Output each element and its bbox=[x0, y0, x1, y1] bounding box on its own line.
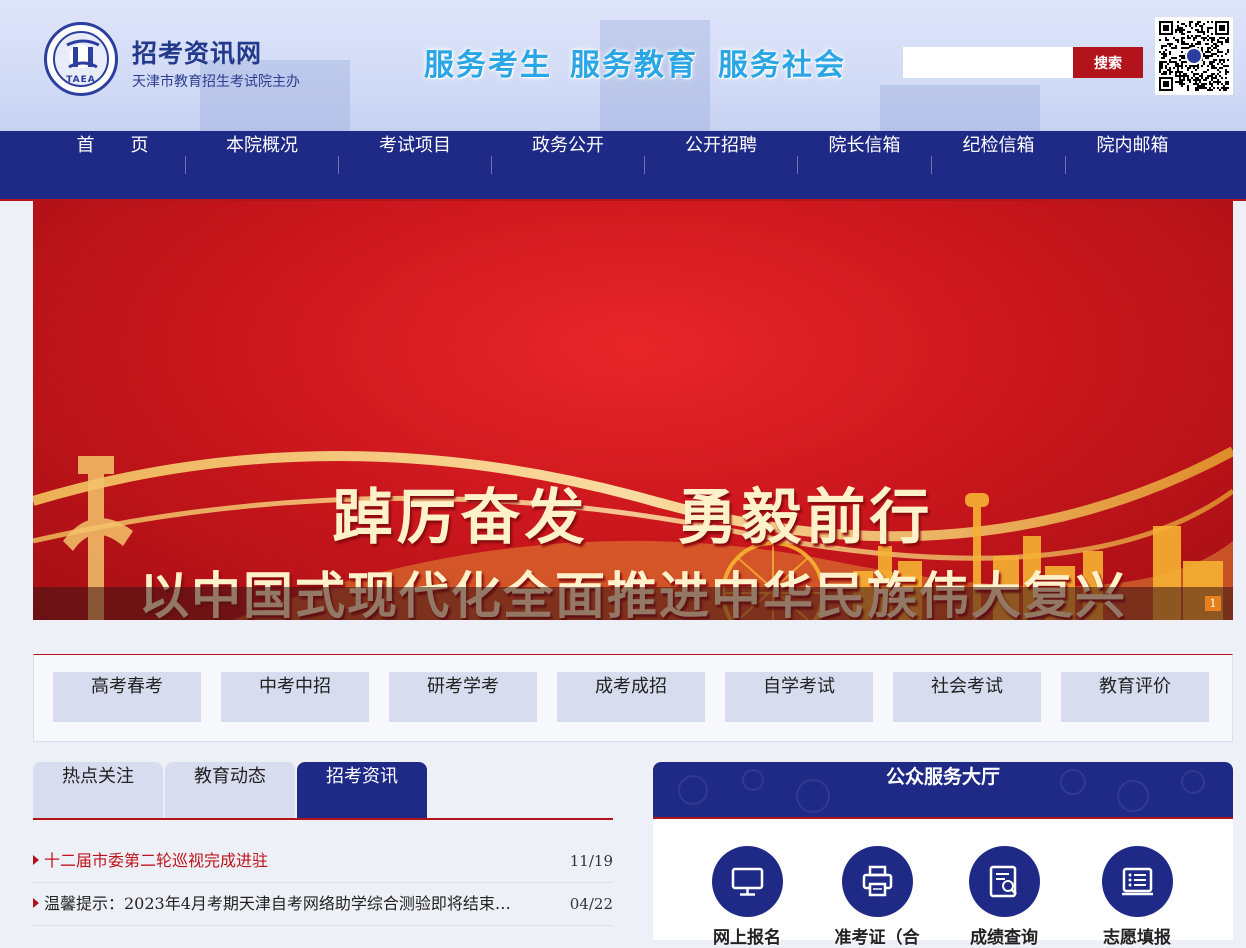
form-list-icon bbox=[1121, 867, 1153, 896]
logo-text: TAEA bbox=[66, 75, 96, 85]
monitor-icon bbox=[731, 867, 763, 896]
service-icon-circle bbox=[968, 846, 1040, 917]
search-button[interactable]: 搜索 bbox=[1073, 47, 1143, 78]
service-label: 成绩查询 bbox=[970, 928, 1038, 948]
tab-underline bbox=[33, 818, 613, 820]
site-title[interactable]: 招考资讯网 bbox=[132, 34, 262, 70]
nav-item-internal-mail[interactable]: 院内邮箱 bbox=[1066, 131, 1199, 199]
nav-item-discipline-mailbox[interactable]: 纪检信箱 bbox=[932, 131, 1065, 199]
category-panel: 高考春考 中考中招 研考学考 成考成招 自学考试 社会考试 教育评价 bbox=[33, 654, 1233, 742]
service-icon-circle bbox=[1101, 846, 1173, 917]
slogan-3: 服务社会 bbox=[718, 48, 846, 83]
report-search-icon bbox=[989, 865, 1017, 898]
header-building-decoration bbox=[880, 85, 1040, 131]
service-hall-header: 公众服务大厅 bbox=[653, 762, 1233, 819]
category-social-exam[interactable]: 社会考试 bbox=[893, 672, 1041, 722]
nav-item-president-mailbox[interactable]: 院长信箱 bbox=[798, 131, 931, 199]
service-icon-circle bbox=[711, 846, 783, 917]
slogan-2: 服务教育 bbox=[570, 48, 698, 83]
news-date: 11/19 bbox=[569, 852, 613, 870]
banner-pager-dot[interactable]: 1 bbox=[1205, 596, 1221, 611]
nav-item-home[interactable]: 首 页 bbox=[40, 131, 185, 199]
search-input[interactable] bbox=[903, 47, 1073, 78]
nav-item-recruitment[interactable]: 公开招聘 bbox=[645, 131, 797, 199]
nav-item-about[interactable]: 本院概况 bbox=[186, 131, 338, 199]
news-title: 十二届市委第二轮巡视完成进驻 bbox=[44, 851, 269, 870]
printer-icon bbox=[862, 865, 892, 897]
banner-headline: 踔厉奋发 勇毅前行 bbox=[332, 483, 934, 553]
main-nav: 首 页 本院概况 考试项目 政务公开 公开招聘 院长信箱 纪检信箱 院内邮箱 bbox=[0, 131, 1246, 201]
category-gaokao-chunkao[interactable]: 高考春考 bbox=[53, 672, 201, 722]
site-subtitle: 天津市教育招生考试院主办 bbox=[132, 74, 300, 90]
bullet-arrow-icon bbox=[33, 898, 39, 908]
category-zhongkao[interactable]: 中考中招 bbox=[221, 672, 369, 722]
tab-hot-topics[interactable]: 热点关注 bbox=[33, 762, 163, 818]
site-logo[interactable]: TAEA bbox=[44, 22, 118, 96]
logo-emblem-icon bbox=[66, 39, 100, 69]
nav-item-exams[interactable]: 考试项目 bbox=[339, 131, 491, 199]
qr-code-icon bbox=[1159, 21, 1229, 91]
service-label: 志愿填报 bbox=[1103, 928, 1171, 948]
service-application-filling[interactable]: 志愿填报 bbox=[1082, 846, 1192, 948]
service-label: 准考证（合 bbox=[834, 928, 920, 948]
service-admission-ticket[interactable]: 准考证（合 bbox=[822, 846, 932, 948]
category-education-evaluation[interactable]: 教育评价 bbox=[1061, 672, 1209, 722]
service-hall-panel: 网上报名 准考证（合 成绩查询 志愿填报 bbox=[653, 819, 1233, 948]
hero-banner[interactable]: 踔厉奋发 勇毅前行 以中国式现代化全面推进中华民族伟大复兴 1 bbox=[33, 201, 1233, 620]
news-title: 温馨提示：2023年4月考期天津自考网络助学综合测验即将结束，… bbox=[44, 894, 524, 913]
tab-admission-news[interactable]: 招考资讯 bbox=[297, 762, 427, 818]
service-icon-circle bbox=[841, 846, 913, 917]
news-list-item[interactable]: 十二届市委第二轮巡视完成进驻 11/19 bbox=[33, 840, 613, 883]
banner-caption-strip bbox=[33, 587, 1233, 620]
slogan-1: 服务考生 bbox=[424, 48, 552, 83]
qr-code bbox=[1155, 17, 1233, 95]
service-online-registration[interactable]: 网上报名 bbox=[692, 846, 802, 948]
bullet-arrow-icon bbox=[33, 855, 39, 865]
category-zixue-exam[interactable]: 自学考试 bbox=[725, 672, 873, 722]
service-label: 网上报名 bbox=[713, 928, 781, 948]
news-date: 04/22 bbox=[569, 895, 613, 913]
nav-item-government-affairs[interactable]: 政务公开 bbox=[492, 131, 644, 199]
service-score-query[interactable]: 成绩查询 bbox=[949, 846, 1059, 948]
category-yankao-xuekao[interactable]: 研考学考 bbox=[389, 672, 537, 722]
site-header: TAEA 招考资讯网 天津市教育招生考试院主办 服务考生 服务教育 服务社会 搜… bbox=[0, 0, 1246, 131]
tab-education-news[interactable]: 教育动态 bbox=[165, 762, 295, 818]
service-hall-title: 公众服务大厅 bbox=[885, 766, 1000, 788]
news-list-item[interactable]: 温馨提示：2023年4月考期天津自考网络助学综合测验即将结束，… 04/22 bbox=[33, 883, 613, 926]
category-chengkao[interactable]: 成考成招 bbox=[557, 672, 705, 722]
